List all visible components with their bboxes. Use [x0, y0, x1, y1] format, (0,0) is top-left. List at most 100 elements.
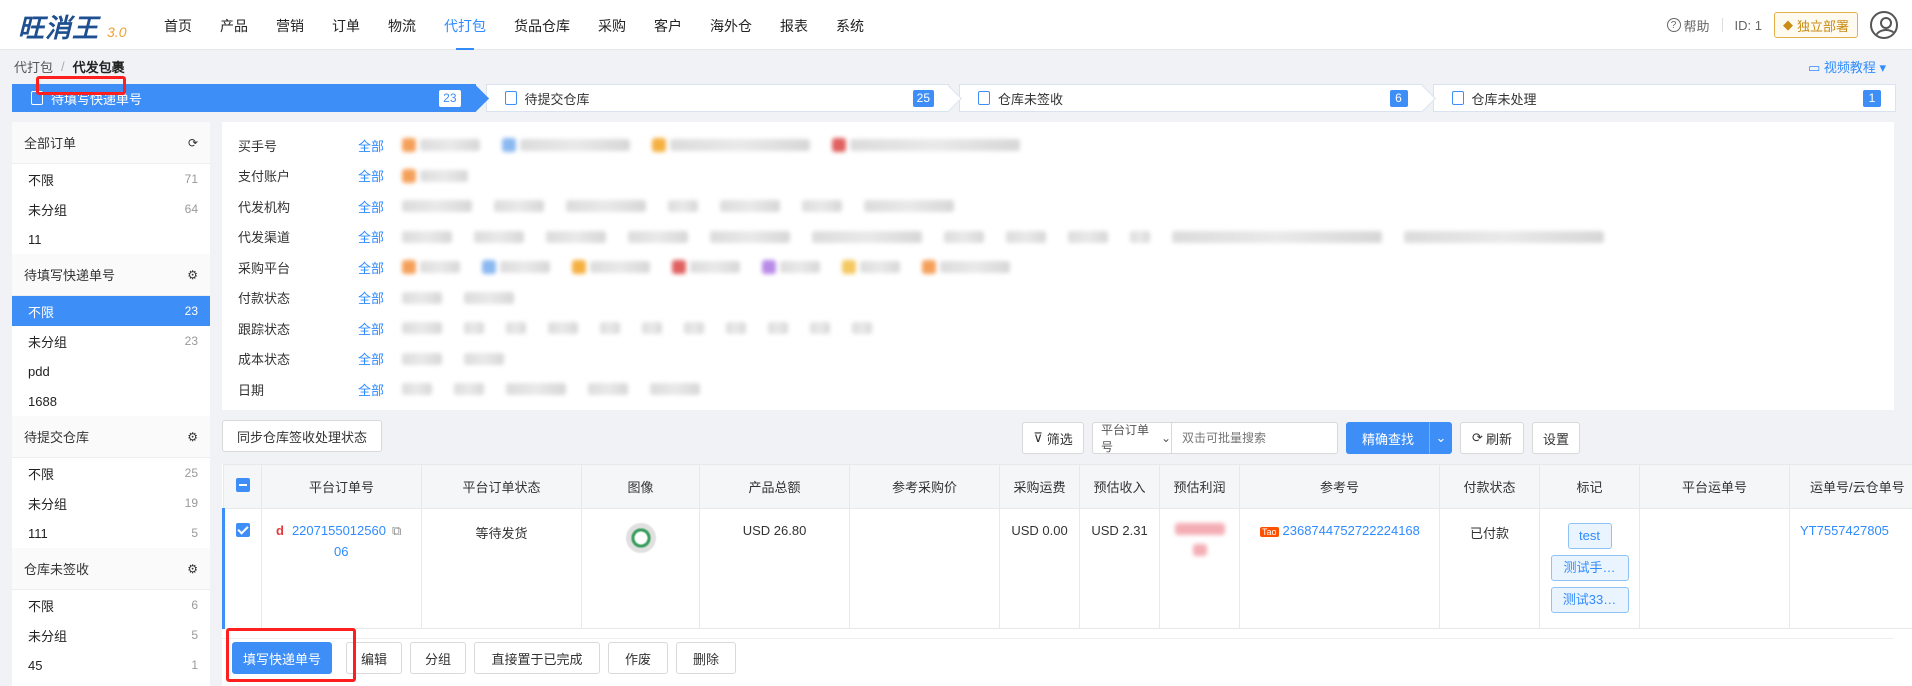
settings-button[interactable]: 设置 [1532, 422, 1580, 454]
filter-option-blurred[interactable] [1404, 230, 1626, 243]
filter-option-blurred[interactable] [1130, 230, 1172, 243]
sidebar-item[interactable]: 未分组 19 [12, 488, 210, 518]
filter-option-blurred[interactable] [864, 200, 976, 213]
nav-item[interactable]: 采购 [584, 0, 640, 50]
filter-option-blurred[interactable] [1172, 230, 1404, 243]
column-header[interactable]: 平台订单号 [261, 464, 422, 509]
filter-option-blurred[interactable] [762, 260, 842, 275]
filter-all-option[interactable]: 全部 [358, 258, 384, 277]
filter-option-blurred[interactable] [650, 383, 722, 396]
filter-option-blurred[interactable] [588, 383, 650, 396]
filter-option-blurred[interactable] [810, 322, 852, 335]
row-action-button[interactable]: 填写快递单号 [232, 642, 332, 674]
filter-option-blurred[interactable] [402, 200, 494, 213]
column-header[interactable]: 图像 [581, 464, 700, 509]
search-type-select[interactable]: 平台订单号 ⌄ [1093, 423, 1172, 454]
nav-item[interactable]: 系统 [822, 0, 878, 50]
sidebar-item[interactable]: pdd [12, 356, 210, 386]
filter-option-blurred[interactable] [710, 230, 812, 243]
order-number-link[interactable]: 2207155012560 [292, 523, 386, 538]
sidebar-item[interactable]: 未分组 64 [12, 194, 210, 224]
filter-all-option[interactable]: 全部 [358, 197, 384, 216]
status-step-tab[interactable]: 待提交仓库 25 [485, 84, 962, 112]
waybill-link[interactable]: YT7557427805 [1800, 523, 1889, 538]
filter-option-blurred[interactable] [548, 322, 600, 335]
row-action-button[interactable]: 删除 [676, 642, 736, 674]
nav-item[interactable]: 产品 [206, 0, 262, 50]
filter-option-blurred[interactable] [402, 291, 464, 304]
row-checkbox[interactable] [222, 508, 262, 629]
column-header[interactable]: 参考采购价 [849, 464, 1000, 509]
filter-all-option[interactable]: 全部 [358, 349, 384, 368]
filter-option-blurred[interactable] [402, 383, 454, 396]
nav-item[interactable]: 报表 [766, 0, 822, 50]
row-action-button[interactable]: 分组 [410, 642, 466, 674]
filter-all-option[interactable]: 全部 [358, 380, 384, 399]
filter-option-blurred[interactable] [600, 322, 642, 335]
filter-all-option[interactable]: 全部 [358, 227, 384, 246]
refresh-icon[interactable]: ⟳ [188, 136, 198, 150]
filter-option-blurred[interactable] [566, 200, 668, 213]
filter-option-blurred[interactable] [832, 138, 1042, 153]
order-number-part2[interactable]: 06 [334, 544, 348, 559]
tag-badge[interactable]: 测试手… [1550, 555, 1629, 581]
deploy-button[interactable]: ◆ 独立部署 [1773, 12, 1858, 38]
help-link[interactable]: ? 帮助 [1666, 16, 1710, 35]
filter-option-blurred[interactable] [684, 322, 726, 335]
filter-option-blurred[interactable] [768, 322, 810, 335]
nav-item[interactable]: 货品仓库 [500, 0, 584, 50]
filter-option-blurred[interactable] [464, 352, 526, 365]
filter-option-blurred[interactable] [402, 352, 464, 365]
sidebar-item[interactable]: 不限 6 [12, 590, 210, 620]
filter-all-option[interactable]: 全部 [358, 288, 384, 307]
gear-icon[interactable]: ⚙ [187, 430, 198, 444]
row-action-button[interactable]: 编辑 [346, 642, 402, 674]
column-header[interactable]: 平台运单号 [1639, 464, 1790, 509]
video-tutorial-link[interactable]: ▭ 视频教程 ▾ [1808, 57, 1886, 76]
filter-option-blurred[interactable] [402, 138, 502, 153]
row-action-button[interactable]: 直接置于已完成 [474, 642, 600, 674]
nav-item[interactable]: 首页 [150, 0, 206, 50]
filter-option-blurred[interactable] [720, 200, 802, 213]
filter-option-blurred[interactable] [402, 322, 464, 335]
column-header[interactable]: 付款状态 [1439, 464, 1540, 509]
filter-option-blurred[interactable] [494, 200, 566, 213]
filter-option-blurred[interactable] [572, 260, 672, 275]
column-header[interactable]: 预估利润 [1159, 464, 1240, 509]
sidebar-item[interactable]: 111 5 [12, 518, 210, 548]
filter-option-blurred[interactable] [482, 260, 572, 275]
column-header[interactable]: 预估收入 [1079, 464, 1160, 509]
filter-option-blurred[interactable] [668, 200, 720, 213]
filter-all-option[interactable]: 全部 [358, 136, 384, 155]
sync-status-button[interactable]: 同步仓库签收处理状态 [222, 420, 382, 452]
user-avatar-icon[interactable] [1870, 11, 1898, 39]
gear-icon[interactable]: ⚙ [187, 268, 198, 282]
filter-option-blurred[interactable] [402, 168, 490, 183]
sidebar-item[interactable]: 11 [12, 224, 210, 254]
filter-option-blurred[interactable] [852, 322, 894, 335]
filter-all-option[interactable]: 全部 [358, 166, 384, 185]
sidebar-item[interactable]: 不限 71 [12, 164, 210, 194]
filter-option-blurred[interactable] [628, 230, 710, 243]
column-header[interactable]: 平台订单状态 [421, 464, 582, 509]
status-step-tab[interactable]: 待填写快递单号 23 [12, 84, 489, 112]
filter-option-blurred[interactable] [652, 138, 832, 153]
filter-option-blurred[interactable] [506, 383, 588, 396]
filter-option-blurred[interactable] [922, 260, 1032, 275]
filter-option-blurred[interactable] [1068, 230, 1130, 243]
filter-option-blurred[interactable] [402, 260, 482, 275]
filter-option-blurred[interactable] [402, 230, 474, 243]
filter-option-blurred[interactable] [454, 383, 506, 396]
sidebar-item[interactable]: 不限 23 [12, 296, 210, 326]
nav-item[interactable]: 营销 [262, 0, 318, 50]
filter-option-blurred[interactable] [842, 260, 922, 275]
column-header[interactable]: 产品总额 [699, 464, 850, 509]
filter-option-blurred[interactable] [546, 230, 628, 243]
filter-option-blurred[interactable] [726, 322, 768, 335]
column-header[interactable]: 采购运费 [999, 464, 1080, 509]
filter-option-blurred[interactable] [812, 230, 944, 243]
refresh-button[interactable]: ⟳ 刷新 [1460, 422, 1524, 454]
tag-badge[interactable]: test [1567, 523, 1612, 549]
precise-search-button[interactable]: 精确查找 [1346, 422, 1430, 454]
row-action-button[interactable]: 作废 [608, 642, 668, 674]
